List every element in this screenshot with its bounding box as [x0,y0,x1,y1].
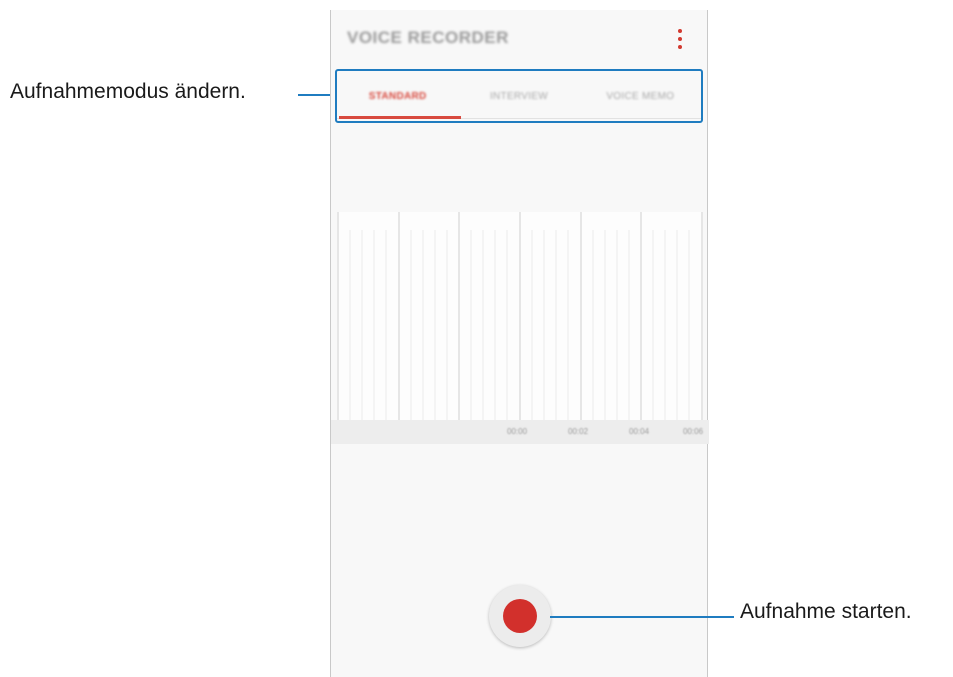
record-dot-icon [503,599,537,633]
tab-standard[interactable]: STANDARD [337,71,458,121]
callout-line-record [550,616,734,618]
callout-start-recording: Aufnahme starten. [740,600,912,623]
app-title: VOICE RECORDER [347,28,509,47]
record-button[interactable] [489,585,551,647]
timeline-label-1: 00:02 [568,427,589,436]
phone-screen: VOICE RECORDER STANDARD INTERVIEW VOICE … [330,10,709,677]
recording-mode-tabs: STANDARD INTERVIEW VOICE MEMO [335,69,703,123]
callout-change-mode: Aufnahmemodus ändern. [10,80,246,103]
tab-voice-memo[interactable]: VOICE MEMO [580,71,701,121]
waveform-grid [337,212,703,420]
more-vertical-icon[interactable] [677,29,683,49]
active-tab-indicator [339,116,461,119]
timeline-label-0: 00:00 [507,427,528,436]
waveform-area: 00:00 00:02 00:04 00:06 [331,212,709,444]
timeline-label-2: 00:04 [629,427,650,436]
tab-interview[interactable]: INTERVIEW [458,71,579,121]
timeline-label-3: 00:06 [683,427,704,436]
callout-line-mode [298,94,334,96]
